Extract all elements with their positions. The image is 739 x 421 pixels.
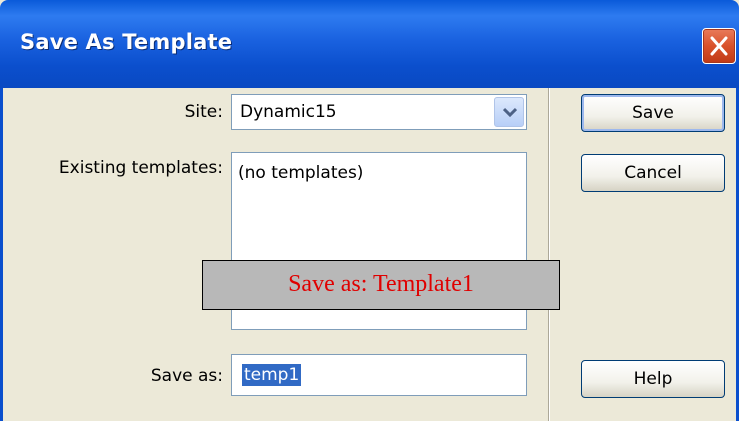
dialog-body: Site: Dynamic15 Existing templates: (no … xyxy=(0,88,739,421)
annotation-overlay: Save as: Template1 xyxy=(202,260,560,310)
save-as-template-dialog: Save As Template Site: Dynamic15 Existin… xyxy=(0,0,739,421)
save-as-label: Save as: xyxy=(150,366,223,386)
list-item[interactable]: (no templates) xyxy=(238,163,363,183)
close-button[interactable] xyxy=(702,28,736,64)
annotation-text: Save as: Template1 xyxy=(288,271,474,297)
save-button[interactable]: Save xyxy=(581,94,725,132)
save-as-input[interactable]: temp1 xyxy=(231,354,527,396)
site-label: Site: xyxy=(184,102,223,122)
site-dropdown-button[interactable] xyxy=(494,97,524,127)
help-button[interactable]: Help xyxy=(581,360,725,398)
site-select-value: Dynamic15 xyxy=(240,102,337,122)
title-bar[interactable]: Save As Template xyxy=(0,0,739,88)
existing-templates-label: Existing templates: xyxy=(58,158,223,178)
cancel-button[interactable]: Cancel xyxy=(581,154,725,192)
close-icon xyxy=(710,36,728,56)
save-as-input-value: temp1 xyxy=(242,364,302,386)
dialog-title: Save As Template xyxy=(20,30,233,54)
site-select[interactable]: Dynamic15 xyxy=(231,94,527,130)
vertical-separator xyxy=(548,88,550,421)
chevron-down-icon xyxy=(503,107,517,118)
